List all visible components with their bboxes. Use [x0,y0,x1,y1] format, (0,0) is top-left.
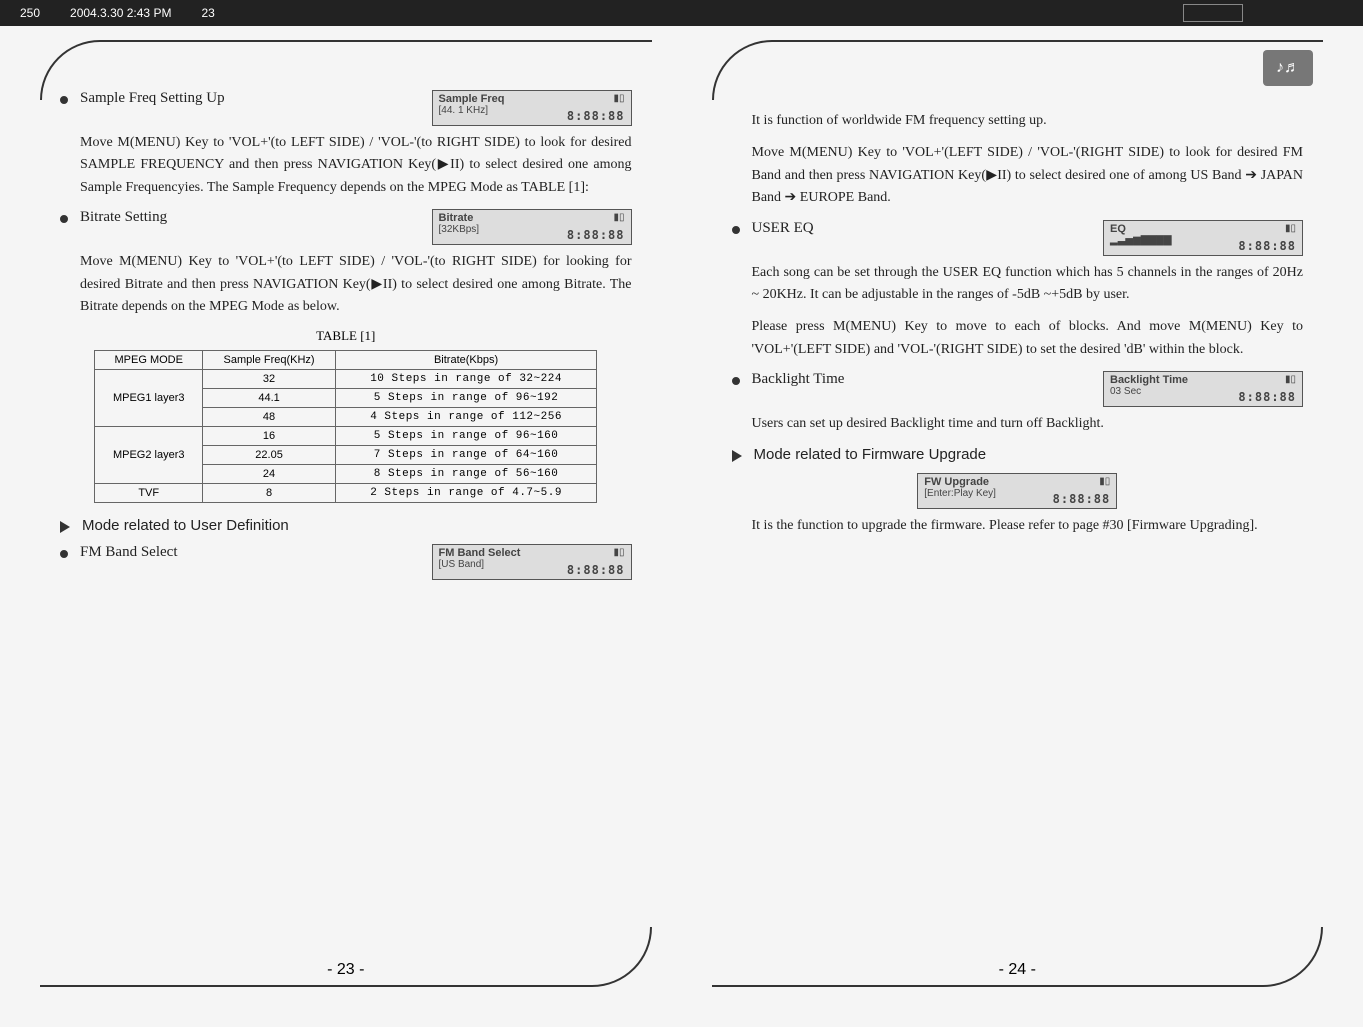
battery-icon: ▮▯ [1285,223,1296,234]
lcd-clock: 8:88:88 [1053,492,1111,506]
bullet-icon [60,96,68,104]
lcd-clock: 8:88:88 [567,563,625,577]
user-def-heading-row: Mode related to User Definition [60,517,632,534]
user-def-heading: Mode related to User Definition [82,517,289,534]
lcd-bitrate: Bitrate [32KBps] ▮▯ 8:88:88 [432,209,632,245]
table-row: MPEG1 layer3 32 10 Steps in range of 32~… [95,370,597,389]
td-freq: 24 [203,465,336,484]
td-rate: 8 Steps in range of 56~160 [335,465,596,484]
th-rate: Bitrate(Kbps) [335,351,596,370]
td-mode: TVF [95,484,203,503]
td-rate: 7 Steps in range of 64~160 [335,446,596,465]
table-header-row: MPEG MODE Sample Freq(KHz) Bitrate(Kbps) [95,351,597,370]
backlight-row: Backlight Time Backlight Time 03 Sec ▮▯ … [732,371,1304,407]
print-crop-bar: 250 2004.3.30 2:43 PM 23 [0,0,1363,26]
bullet-icon [732,377,740,385]
td-mode: MPEG1 layer3 [95,370,203,427]
fm-intro-1: It is function of worldwide FM frequency… [752,110,1304,132]
music-note-icon: ♪♬ [1263,50,1313,86]
table-row: TVF 8 2 Steps in range of 4.7~5.9 [95,484,597,503]
fm-band-row: FM Band Select FM Band Select [US Band] … [60,544,632,580]
crop-mark-icon [1183,4,1243,22]
lcd-clock: 8:88:88 [567,228,625,242]
lcd-line1: Sample Freq [439,93,625,105]
lcd-line1: Backlight Time [1110,374,1296,386]
td-rate: 10 Steps in range of 32~224 [335,370,596,389]
backlight-desc: Users can set up desired Backlight time … [752,413,1304,435]
td-freq: 22.05 [203,446,336,465]
td-rate: 2 Steps in range of 4.7~5.9 [335,484,596,503]
left-page: Sample Freq Setting Up Sample Freq [44. … [40,40,652,987]
lcd-line1: Bitrate [439,212,625,224]
td-freq: 48 [203,408,336,427]
bitrate-desc: Move M(MENU) Key to 'VOL+'(to LEFT SIDE)… [80,251,632,318]
battery-icon: ▮▯ [613,212,624,223]
bitrate-label: Bitrate Setting [80,209,167,226]
table-row: MPEG2 layer3 16 5 Steps in range of 96~1… [95,427,597,446]
lcd-user-eq: EQ ▂▃▅▆▇▇▇▇ ▮▯ 8:88:88 [1103,220,1303,256]
th-mode: MPEG MODE [95,351,203,370]
bullet-icon [60,550,68,558]
bullet-icon [732,226,740,234]
battery-icon: ▮▯ [1285,374,1296,385]
fw-lcd-row: FW Upgrade [Enter:Play Key] ▮▯ 8:88:88 [732,473,1304,509]
page-border-curve [712,40,1324,100]
td-freq: 16 [203,427,336,446]
lcd-clock: 8:88:88 [1238,390,1296,404]
td-rate: 4 Steps in range of 112~256 [335,408,596,427]
battery-icon: ▮▯ [613,93,624,104]
table-title: TABLE [1] [60,328,632,344]
td-freq: 8 [203,484,336,503]
td-freq: 44.1 [203,389,336,408]
battery-icon: ▮▯ [613,547,624,558]
page-number: - 23 - [40,961,652,979]
th-freq: Sample Freq(KHz) [203,351,336,370]
lcd-fw-upgrade: FW Upgrade [Enter:Play Key] ▮▯ 8:88:88 [917,473,1117,509]
lcd-line1: FW Upgrade [924,476,1110,488]
bullet-icon [60,215,68,223]
backlight-label: Backlight Time [752,371,845,388]
lcd-line1: FM Band Select [439,547,625,559]
page-spread: Sample Freq Setting Up Sample Freq [44. … [40,40,1323,987]
lcd-line1: EQ [1110,223,1296,235]
page-hint: 23 [201,6,214,20]
file-id: 250 [20,6,40,20]
fw-upgrade-heading: Mode related to Firmware Upgrade [754,446,987,463]
right-page: ♪♬ It is function of worldwide FM freque… [712,40,1324,987]
file-timestamp: 2004.3.30 2:43 PM [70,6,171,20]
fm-intro-2: Move M(MENU) Key to 'VOL+'(LEFT SIDE) / … [752,142,1304,209]
td-rate: 5 Steps in range of 96~192 [335,389,596,408]
fm-band-label: FM Band Select [80,544,178,561]
page-number: - 24 - [712,961,1324,979]
triangle-icon [732,450,742,462]
td-rate: 5 Steps in range of 96~160 [335,427,596,446]
lcd-clock: 8:88:88 [567,109,625,123]
fw-upgrade-heading-row: Mode related to Firmware Upgrade [732,446,1304,463]
mpeg-table: MPEG MODE Sample Freq(KHz) Bitrate(Kbps)… [94,350,597,503]
triangle-icon [60,521,70,533]
lcd-sample-freq: Sample Freq [44. 1 KHz] ▮▯ 8:88:88 [432,90,632,126]
sample-freq-desc: Move M(MENU) Key to 'VOL+'(to LEFT SIDE)… [80,132,632,199]
user-eq-desc-1: Each song can be set through the USER EQ… [752,262,1304,307]
user-eq-desc-2: Please press M(MENU) Key to move to each… [752,316,1304,361]
user-eq-row: USER EQ EQ ▂▃▅▆▇▇▇▇ ▮▯ 8:88:88 [732,220,1304,256]
td-freq: 32 [203,370,336,389]
lcd-backlight: Backlight Time 03 Sec ▮▯ 8:88:88 [1103,371,1303,407]
bitrate-row: Bitrate Setting Bitrate [32KBps] ▮▯ 8:88… [60,209,632,245]
lcd-clock: 8:88:88 [1238,239,1296,253]
td-mode: MPEG2 layer3 [95,427,203,484]
sample-freq-row: Sample Freq Setting Up Sample Freq [44. … [60,90,632,126]
sample-freq-label: Sample Freq Setting Up [80,90,225,107]
fw-upgrade-desc: It is the function to upgrade the firmwa… [752,515,1304,537]
user-eq-label: USER EQ [752,220,814,237]
lcd-fm-band: FM Band Select [US Band] ▮▯ 8:88:88 [432,544,632,580]
battery-icon: ▮▯ [1099,476,1110,487]
